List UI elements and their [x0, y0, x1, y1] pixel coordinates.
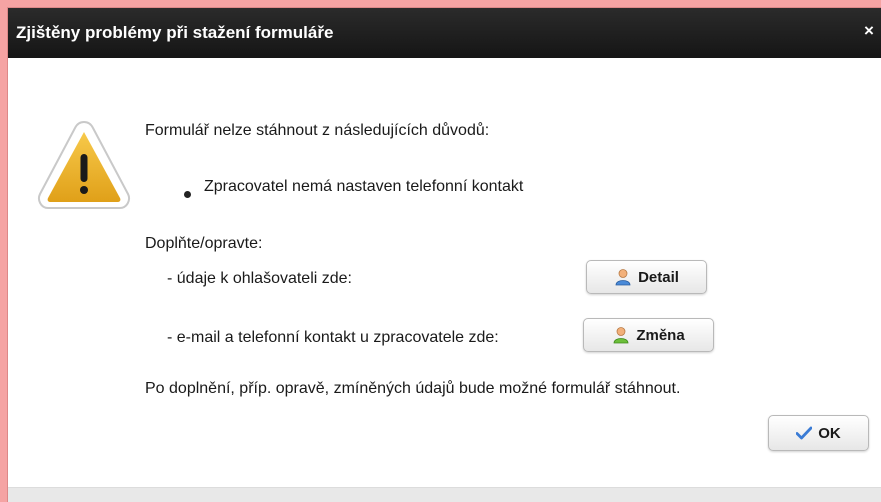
change-button-label: Změna: [636, 326, 685, 344]
user-blue-icon: [615, 269, 631, 286]
warning-triangle-icon: [38, 120, 130, 209]
fix-item-label-processor: - e-mail a telefonní kontakt u zpracovat…: [167, 329, 499, 346]
change-button[interactable]: Změna: [583, 318, 714, 352]
closing-text: Po doplnění, příp. opravě, zmíněných úda…: [145, 380, 681, 397]
close-icon[interactable]: ×: [859, 20, 879, 42]
fix-heading: Doplňte/opravte:: [145, 235, 263, 252]
checkmark-icon: [796, 426, 813, 440]
fix-item-label-reporter: - údaje k ohlašovateli zde:: [167, 270, 352, 287]
dialog-footer: [8, 487, 881, 502]
dialog-window: Zjištěny problémy při stažení formuláře …: [8, 8, 881, 502]
dialog-title: Zjištěny problémy při stažení formuláře: [16, 23, 334, 42]
dialog-titlebar: Zjištěny problémy při stažení formuláře …: [8, 8, 881, 58]
ok-button[interactable]: OK: [768, 415, 869, 451]
bullet-marker: [184, 191, 191, 198]
intro-text: Formulář nelze stáhnout z následujících …: [145, 122, 490, 139]
detail-button[interactable]: Detail: [586, 260, 707, 294]
ok-button-label: OK: [818, 424, 841, 442]
detail-button-label: Detail: [638, 268, 679, 286]
user-green-icon: [613, 327, 629, 344]
reason-item: Zpracovatel nemá nastaven telefonní kont…: [204, 178, 524, 195]
